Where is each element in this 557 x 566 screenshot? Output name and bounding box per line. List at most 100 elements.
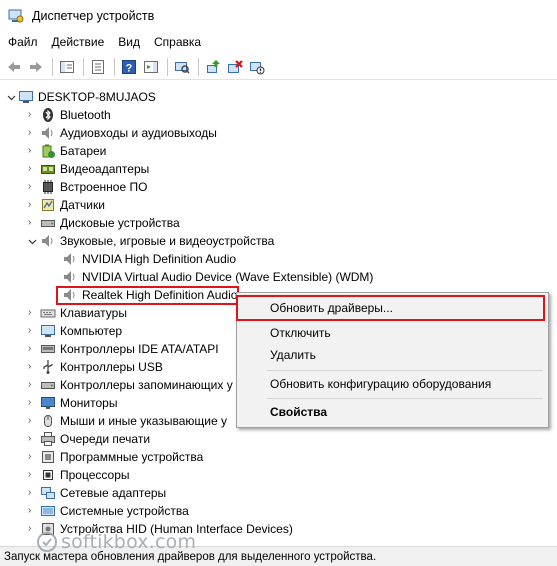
update-driver-highlight <box>236 295 545 321</box>
arrow-left-icon <box>8 61 20 72</box>
chevron-down-icon[interactable] <box>4 93 18 102</box>
ide-icon <box>40 341 56 357</box>
tree-category[interactable]: › Контроллеры запоминающих у <box>28 376 233 394</box>
chevron-right-icon[interactable]: › <box>28 106 40 124</box>
chevron-right-icon[interactable]: › <box>28 412 40 430</box>
tree-category[interactable]: › Мыши и иные указывающие у <box>28 412 227 430</box>
chevron-right-icon[interactable]: › <box>28 394 40 412</box>
speaker-icon <box>40 233 56 249</box>
scan-hardware-button[interactable] <box>172 57 192 77</box>
scan-hardware-menu-item[interactable]: Обновить конфигурацию оборудования <box>237 373 548 395</box>
show-hide-console-button[interactable] <box>57 57 77 77</box>
chevron-right-icon[interactable]: › <box>28 502 40 520</box>
tree-category[interactable]: › Мониторы <box>28 394 117 412</box>
forward-button[interactable] <box>26 57 46 77</box>
window-title: Диспетчер устройств <box>32 9 155 23</box>
tree-category[interactable]: › Дисковые устройства <box>28 214 180 232</box>
tree-category-label: Компьютер <box>60 324 123 338</box>
toolbar: ? <box>0 54 557 80</box>
watermark-logo-icon <box>37 532 57 552</box>
tree-root-label: DESKTOP-8MUJAOS <box>38 90 156 104</box>
chevron-right-icon[interactable]: › <box>28 196 40 214</box>
tree-category[interactable]: › Bluetooth <box>28 106 111 124</box>
computer-icon <box>40 323 56 339</box>
tree-device[interactable]: NVIDIA Virtual Audio Device (Wave Extens… <box>62 268 373 286</box>
chevron-right-icon[interactable]: › <box>28 376 40 394</box>
menu-file[interactable]: Файл <box>0 32 45 52</box>
update-driver-toolbar-button[interactable] <box>203 57 223 77</box>
chevron-right-icon[interactable]: › <box>28 322 40 340</box>
help-toolbar-button[interactable]: ? <box>119 57 139 77</box>
menu-help[interactable]: Справка <box>147 32 208 52</box>
firmware-icon <box>40 179 56 195</box>
tree-category[interactable]: › Встроенное ПО <box>28 178 147 196</box>
chevron-right-icon[interactable]: › <box>28 448 40 466</box>
chevron-right-icon[interactable]: › <box>28 178 40 196</box>
tree-category-label: Дисковые устройства <box>60 216 180 230</box>
chevron-right-icon[interactable]: › <box>28 124 40 142</box>
arrow-right-icon <box>30 61 42 72</box>
system-icon <box>40 503 56 519</box>
tree-device[interactable]: NVIDIA High Definition Audio <box>62 250 236 268</box>
tree-category[interactable]: › Видеоадаптеры <box>28 160 149 178</box>
disable-device-toolbar-button[interactable] <box>247 57 267 77</box>
chevron-right-icon[interactable]: › <box>28 358 40 376</box>
tree-category-label: Мониторы <box>60 396 118 410</box>
speaker-icon <box>62 251 78 267</box>
update-driver-icon <box>207 59 220 73</box>
tree-root[interactable]: DESKTOP-8MUJAOS <box>4 88 156 106</box>
tree-category[interactable]: › Датчики <box>28 196 105 214</box>
menu-action[interactable]: Действие <box>45 32 112 52</box>
disable-device-menu-item[interactable]: Отключить <box>237 322 548 344</box>
help-icon: ? <box>122 59 136 74</box>
speaker-icon <box>40 125 56 141</box>
chevron-down-icon[interactable] <box>28 237 40 246</box>
selected-device-highlight <box>56 286 239 305</box>
tree-category-label: Программные устройства <box>60 450 204 464</box>
tree-category[interactable]: › Программные устройства <box>28 448 203 466</box>
chevron-right-icon[interactable]: › <box>28 430 40 448</box>
menu-separator <box>267 398 543 399</box>
tree-category[interactable]: › Клавиатуры <box>28 304 127 322</box>
battery-icon <box>40 143 56 159</box>
tree-category-label: Клавиатуры <box>60 306 127 320</box>
disable-device-icon <box>250 61 265 74</box>
chevron-right-icon[interactable]: › <box>28 466 40 484</box>
chevron-right-icon[interactable]: › <box>28 214 40 232</box>
keyboard-icon <box>40 305 56 321</box>
chevron-right-icon[interactable]: › <box>28 304 40 322</box>
uninstall-device-menu-item[interactable]: Удалить <box>237 344 548 366</box>
menu-separator <box>267 370 543 371</box>
tree-category[interactable]: › Сетевые адаптеры <box>28 484 166 502</box>
menu-bar: Файл Действие Вид Справка <box>0 32 557 52</box>
watermark-text: softikbox.com <box>61 531 197 553</box>
menu-view[interactable]: Вид <box>111 32 147 52</box>
computer-icon <box>18 89 34 105</box>
tree-category-label: Батареи <box>60 144 107 158</box>
tree-category[interactable]: › Процессоры <box>28 466 130 484</box>
back-button[interactable] <box>4 57 24 77</box>
tree-category[interactable]: › Очереди печати <box>28 430 150 448</box>
tree-category[interactable]: › Аудиовходы и аудиовыходы <box>28 124 217 142</box>
tree-category[interactable]: › Контроллеры IDE ATA/ATAPI <box>28 340 219 358</box>
tree-category[interactable]: › Компьютер <box>28 322 122 340</box>
tree-device-label: NVIDIA High Definition Audio <box>82 252 237 266</box>
tree-category[interactable]: › Батареи <box>28 142 106 160</box>
software-device-icon <box>40 449 56 465</box>
tree-category[interactable]: › Контроллеры USB <box>28 358 163 376</box>
chevron-right-icon[interactable]: › <box>28 160 40 178</box>
chevron-right-icon[interactable]: › <box>28 340 40 358</box>
chevron-right-icon[interactable]: › <box>28 484 40 502</box>
watermark: softikbox.com <box>36 531 196 553</box>
tree-device-label: NVIDIA Virtual Audio Device (Wave Extens… <box>82 270 374 284</box>
uninstall-toolbar-button[interactable] <box>225 57 245 77</box>
tree-category-label: Мыши и иные указывающие у <box>60 414 227 428</box>
properties-menu-item[interactable]: Свойства <box>237 401 548 423</box>
disk-icon <box>40 215 56 231</box>
properties-toolbar-button[interactable] <box>88 57 108 77</box>
tree-category[interactable]: › Системные устройства <box>28 502 189 520</box>
action-pane-button[interactable] <box>141 57 161 77</box>
tree-category-expanded[interactable]: Звуковые, игровые и видеоустройства <box>28 232 274 250</box>
chevron-right-icon[interactable]: › <box>28 142 40 160</box>
mouse-icon <box>40 413 56 429</box>
